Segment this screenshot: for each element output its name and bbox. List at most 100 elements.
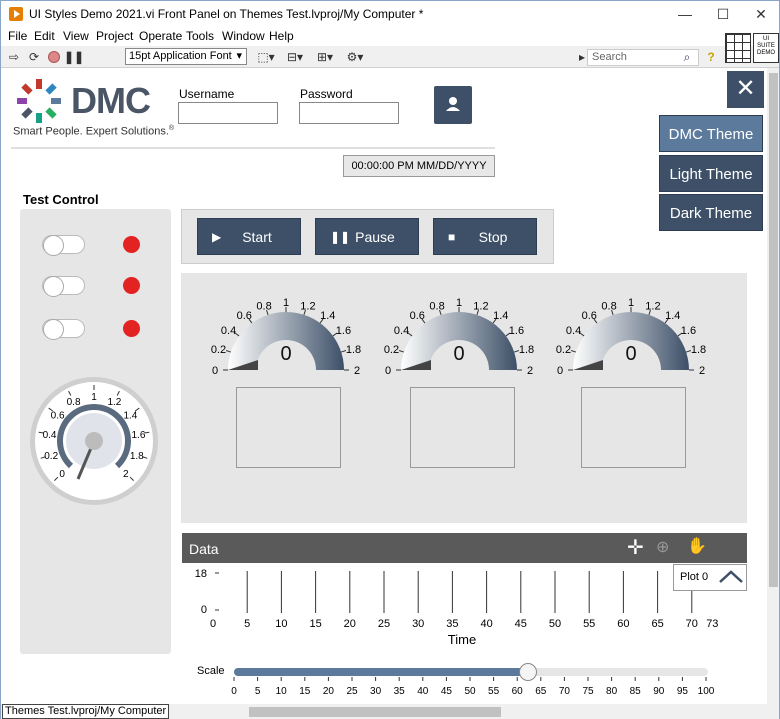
scale-tick-label: 60: [512, 686, 524, 697]
scale-tick-label: 95: [677, 686, 689, 697]
align-icon[interactable]: ⬚▾: [255, 49, 277, 65]
plot-legend[interactable]: Plot 0: [673, 564, 747, 591]
abort-icon[interactable]: [46, 49, 62, 65]
gauge-tick-label: 0.6: [410, 310, 425, 322]
gauge-tick-label: 1.4: [665, 310, 680, 322]
resize-icon[interactable]: ⊞▾: [314, 49, 336, 65]
search-icon[interactable]: ⌕: [679, 49, 695, 65]
menu-window[interactable]: Window: [222, 29, 265, 43]
dial-tick-label: 2: [123, 469, 129, 480]
scale-tick-label: 65: [535, 686, 547, 697]
pause-button[interactable]: ❚❚ Pause: [315, 218, 419, 255]
start-button[interactable]: ▶ Start: [197, 218, 301, 255]
user-icon: [446, 97, 460, 111]
gauge-tick-label: 0.4: [566, 325, 581, 337]
scale-tick-label: 20: [323, 686, 335, 697]
x-tick-label: 50: [549, 618, 561, 630]
toggle-switch-3[interactable]: [42, 319, 85, 340]
close-panel-button[interactable]: ✕: [727, 71, 764, 108]
dial-knob[interactable]: 00.2 0.4 0.60.8 1 1.21.4 1.6 1.82: [28, 375, 160, 507]
scale-tick-label: 85: [630, 686, 642, 697]
header-divider: [11, 147, 495, 149]
gauge-tick-label: 1.2: [473, 300, 488, 312]
x-tick-label: 25: [378, 618, 390, 630]
font-select[interactable]: 15pt Application Font ▾: [125, 48, 247, 65]
x-tick-label: 15: [309, 618, 321, 630]
maximize-button[interactable]: ☐: [703, 1, 743, 28]
scale-tick-label: 10: [276, 686, 288, 697]
data-graph-plot[interactable]: 0 5 10 15 20 25 30 35 40 45 50 55 60 65 70 73 18 0 Time: [191, 563, 731, 653]
gauge-tick-label: 1.8: [346, 344, 361, 356]
distribute-icon[interactable]: ⊟▾: [284, 49, 306, 65]
title-bar: UI Styles Demo 2021.vi Front Panel on Th…: [1, 1, 779, 28]
pan-hand-icon[interactable]: ✋: [687, 538, 707, 556]
dial-tick-label: 1.4: [123, 411, 137, 422]
gauge-tick-label: 0: [385, 365, 391, 377]
zoom-icon[interactable]: ⊕: [656, 539, 669, 557]
cursor-crosshair-icon[interactable]: ✛: [627, 538, 644, 558]
menu-view[interactable]: View: [63, 29, 89, 43]
scale-tick-label: 15: [299, 686, 311, 697]
gauges: 00.20.40.60.8 1 1.21.41.61.82000.20.40.60.…: [211, 297, 706, 377]
menu-operate[interactable]: Operate: [139, 29, 182, 43]
gauge-tick-label: 0.6: [237, 310, 252, 322]
gauge-tick-label: 1.2: [300, 300, 315, 312]
menu-help[interactable]: Help: [269, 29, 294, 43]
close-window-button[interactable]: ✕: [741, 1, 780, 28]
gauge-tick-label: 0.8: [429, 300, 444, 312]
scale-tick-label: 55: [488, 686, 500, 697]
username-field[interactable]: [178, 102, 278, 124]
gauge-tick-label: 1.6: [336, 325, 351, 337]
led-indicator-3: [123, 320, 140, 337]
username-label: Username: [179, 87, 235, 101]
scale-tick-label: 30: [370, 686, 382, 697]
minimize-button[interactable]: —: [665, 1, 705, 28]
gauge-tick-label: 0.2: [556, 344, 571, 356]
login-button[interactable]: [434, 86, 472, 124]
x-tick-label: 73: [706, 618, 718, 630]
y-tick-label: 0: [201, 604, 207, 616]
dial-tick-label: 1.8: [130, 451, 144, 462]
horizontal-scrollbar-thumb[interactable]: [249, 707, 501, 717]
dmc-theme-button[interactable]: DMC Theme: [659, 115, 763, 152]
start-label: Start: [242, 229, 272, 245]
chevron-up-icon[interactable]: [718, 569, 744, 585]
reorder-icon[interactable]: ⚙▾: [344, 49, 366, 65]
menu-file[interactable]: File: [8, 29, 27, 43]
datetime-indicator: 00:00:00 PM MM/DD/YYYY: [343, 155, 495, 177]
stop-button[interactable]: ■ Stop: [433, 218, 537, 255]
connector-pane-icon: [725, 33, 751, 63]
gauge-value: 0: [280, 343, 291, 365]
context-help-icon[interactable]: ?: [703, 49, 719, 65]
password-field[interactable]: [299, 102, 399, 124]
toggle-switch-1[interactable]: [42, 235, 85, 256]
menu-edit[interactable]: Edit: [34, 29, 55, 43]
gauge-1: 0 0.2 0.40.6 0.8 1 1.2 1.41.6 1.8 2 0: [211, 297, 361, 377]
toggle-switch-2[interactable]: [42, 276, 85, 297]
menu-tools[interactable]: Tools: [186, 29, 214, 43]
dial-tick-label: 1: [91, 392, 97, 403]
test-control-title: Test Control: [23, 192, 99, 207]
x-tick-label: 60: [617, 618, 629, 630]
dial-tick-label: 0.2: [44, 451, 58, 462]
scale-tick-label: 80: [606, 686, 618, 697]
dark-theme-button[interactable]: Dark Theme: [659, 194, 763, 231]
vertical-scrollbar-thumb[interactable]: [769, 73, 778, 587]
scale-tick-label: 70: [559, 686, 571, 697]
menu-bar: File Edit View Project Operate Tools Win…: [1, 28, 779, 46]
dmc-logo-icon: [17, 79, 61, 123]
x-tick-label: 30: [412, 618, 424, 630]
light-theme-button[interactable]: Light Theme: [659, 155, 763, 192]
scale-tick-label: 5: [255, 686, 261, 697]
pause-icon[interactable]: ❚❚: [64, 49, 84, 65]
scale-slider-fill: [234, 668, 528, 676]
run-continuously-icon[interactable]: ⟳: [26, 49, 42, 65]
x-tick-label: 65: [651, 618, 663, 630]
data-graph-title: Data: [189, 541, 219, 557]
gauge-tick-label: 1.8: [691, 344, 706, 356]
run-arrow-icon[interactable]: ⇨: [6, 49, 22, 65]
gauge-2: 0 0.2 0.40.6 0.8 1 1.2 1.41.6 1.8 2 0: [384, 297, 534, 377]
x-tick-label: 0: [210, 618, 216, 630]
menu-project[interactable]: Project: [96, 29, 133, 43]
tagline: Smart People. Expert Solutions.®: [13, 125, 175, 138]
